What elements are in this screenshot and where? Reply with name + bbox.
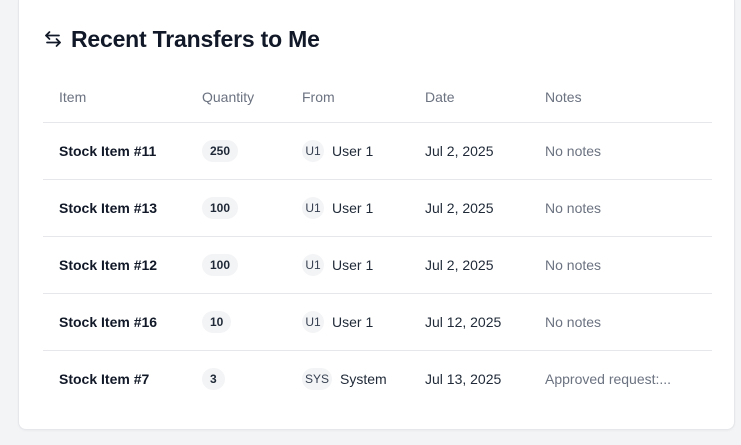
avatar: U1	[302, 139, 324, 162]
arrows-left-right-icon	[43, 29, 63, 49]
from-name: System	[340, 370, 387, 387]
from-name: User 1	[332, 313, 374, 330]
column-header-notes: Notes	[529, 72, 712, 123]
from-name: User 1	[332, 199, 374, 216]
table-row[interactable]: Stock Item #13 100 U1 User 1 Jul 2, 2025 …	[43, 179, 712, 237]
column-header-date: Date	[409, 72, 529, 123]
table-row[interactable]: Stock Item #12 100 U1 User 1 Jul 2, 2025 …	[43, 236, 712, 294]
avatar: U1	[302, 253, 324, 276]
card-title: Recent Transfers to Me	[71, 25, 320, 52]
item-name: Stock Item #13	[59, 199, 158, 216]
item-name: Stock Item #16	[59, 313, 158, 330]
avatar: U1	[302, 196, 324, 219]
item-name: Stock Item #11	[59, 142, 157, 159]
transfer-notes: No notes	[545, 314, 602, 331]
transfer-date: Jul 12, 2025	[425, 313, 502, 330]
table-row[interactable]: Stock Item #11 250 U1 User 1 Jul 2, 2025 …	[43, 122, 712, 180]
table-row[interactable]: Stock Item #7 3 SYS System Jul 13, 2025 A…	[43, 350, 712, 407]
quantity-badge: 250	[202, 139, 239, 162]
column-header-quantity: Quantity	[186, 72, 286, 123]
quantity-badge: 100	[202, 253, 239, 276]
transfer-date: Jul 2, 2025	[425, 199, 494, 216]
quantity-badge: 3	[202, 367, 225, 390]
from-name: User 1	[332, 256, 374, 273]
transfer-notes: No notes	[545, 143, 602, 160]
item-name: Stock Item #12	[59, 256, 158, 273]
avatar: U1	[302, 310, 324, 333]
recent-transfers-card: Recent Transfers to Me Item Quantity Fro…	[18, 0, 735, 430]
transfer-notes: No notes	[545, 200, 602, 217]
column-header-item: Item	[43, 72, 186, 123]
table-header-row: Item Quantity From Date Notes	[43, 72, 712, 123]
transfers-table: Item Quantity From Date Notes Stock Item…	[43, 72, 712, 407]
column-header-from: From	[286, 72, 409, 123]
transfer-date: Jul 2, 2025	[425, 256, 494, 273]
transfer-notes: Approved request:...	[545, 371, 672, 388]
table-row[interactable]: Stock Item #16 10 U1 User 1 Jul 12, 2025 …	[43, 293, 712, 351]
transfer-notes: No notes	[545, 257, 602, 274]
avatar: SYS	[302, 367, 333, 390]
transfer-date: Jul 2, 2025	[425, 142, 494, 159]
card-header: Recent Transfers to Me	[43, 24, 320, 54]
from-name: User 1	[332, 142, 374, 159]
quantity-badge: 100	[202, 196, 239, 219]
item-name: Stock Item #7	[59, 370, 150, 387]
quantity-badge: 10	[202, 310, 232, 333]
transfer-date: Jul 13, 2025	[425, 370, 502, 387]
